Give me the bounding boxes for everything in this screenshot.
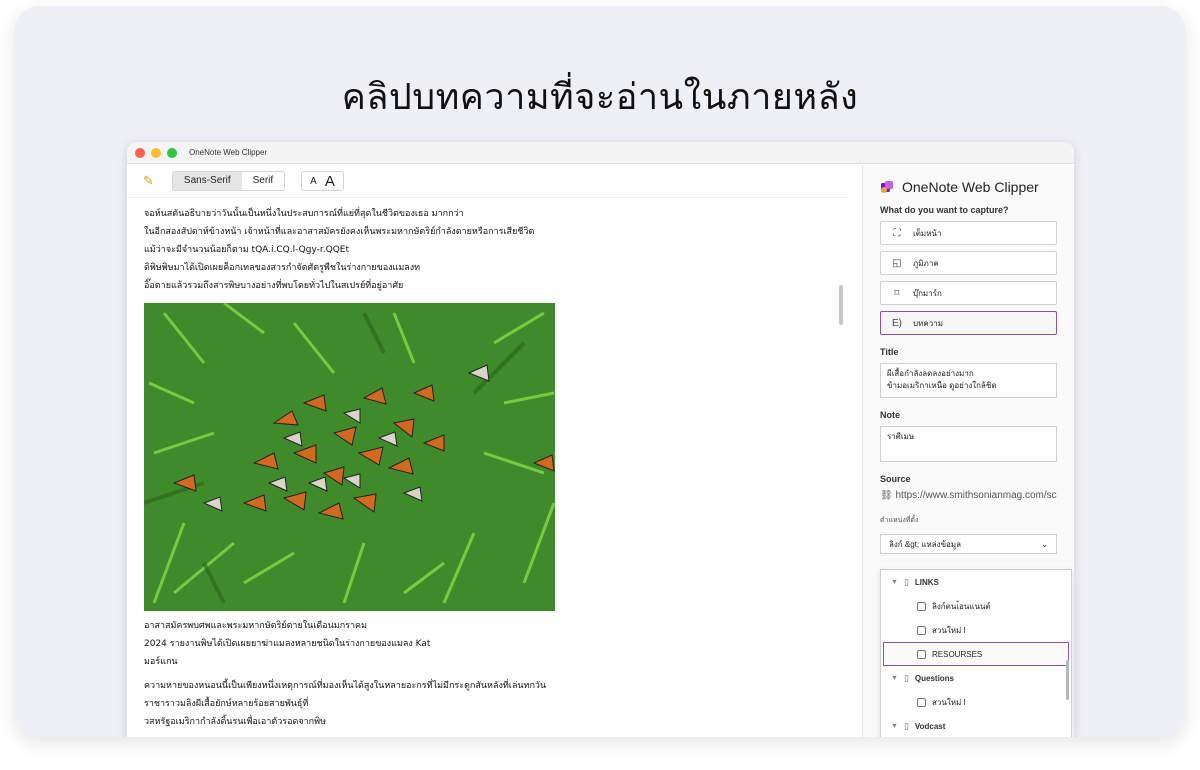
- section-vodcast[interactable]: ▼ ▯ Vodcast: [881, 714, 1071, 737]
- full-page-icon: ⛶: [893, 227, 901, 239]
- article-line: อิ๊อตายแล้วรวมถึงสารพิษบางอย่างที่พบโดยท…: [144, 281, 404, 291]
- article-line: ดิพิษพิษมาได้เปิดเผยค็อกเทลของสารกำจัดศั…: [144, 263, 421, 273]
- location-value: ลิงก์ &gt; แหล่งข้อมูล: [889, 539, 962, 549]
- capture-full-page-option[interactable]: ⛶ เต็มหน้า: [880, 221, 1057, 245]
- location-select[interactable]: ลิงก์ &gt; แหล่งข้อมูล ⌄: [880, 534, 1057, 554]
- article-line: ราชาราวมลิงผีเสื้อยักษ์หลายร้อยสายพันธุ์…: [144, 699, 309, 709]
- page-item-selected[interactable]: RESOURSES: [883, 642, 1069, 666]
- article-line: จอห์นสตันอธิบายว่าวันนั้นเป็นหนึ่งในประส…: [144, 209, 464, 219]
- expand-triangle-icon: ▼: [891, 578, 898, 586]
- location-dropdown: ▼ ▯ LINKS ลิงก์ตนเ้อนแนนต์ สวนใหม่ l RES…: [880, 569, 1072, 737]
- increase-font-button[interactable]: A: [321, 173, 339, 190]
- section-questions[interactable]: ▼ ▯ Questions: [881, 666, 1071, 690]
- article-body: จอห์นสตันอธิบายว่าวันนั้นเป็นหนึ่งในประส…: [144, 205, 844, 731]
- option-label: บทความ: [913, 318, 943, 328]
- page-item[interactable]: ลิงก์ตนเ้อนแนนต์: [881, 594, 1071, 618]
- expand-triangle-icon: ▼: [891, 722, 898, 730]
- page-icon: [917, 625, 926, 635]
- reader-toolbar: ✎ Sans-Serif Serif A A: [127, 165, 849, 198]
- page-label: สวนใหม่ l: [932, 625, 966, 635]
- article-icon: E): [892, 317, 902, 329]
- source-url-text: https://www.smithsonianmag.com/sci...: [895, 490, 1057, 501]
- note-label: Note: [880, 410, 900, 420]
- chevron-down-icon: ⌄: [1041, 539, 1048, 549]
- article-line: วสหรัฐอเมริกากำลังดิ้นรนเพื่อเอาตัวรอดจา…: [144, 717, 326, 727]
- location-label: ตำแหน่งที่ตั้ง: [880, 517, 919, 524]
- article-line: ความหายของหนอนนี้เป็นเพียงหนึ่งเหตุการณ์…: [144, 681, 547, 691]
- onenote-logo-icon: [881, 181, 893, 193]
- decrease-font-button[interactable]: A: [306, 176, 321, 187]
- section-icon: ▯: [903, 720, 909, 731]
- page-headline: คลิปบทความที่จะอ่านในภายหลัง: [341, 77, 859, 118]
- article-line: ในอีกสองสัปดาห์ข้างหน้า เจ้าหน้าที่และอา…: [144, 227, 535, 237]
- panel-header: OneNote Web Clipper: [880, 179, 1057, 195]
- section-label: Vodcast: [914, 721, 946, 731]
- highlighter-icon[interactable]: ✎: [143, 173, 154, 189]
- serif-button[interactable]: Serif: [242, 172, 285, 190]
- page-label: RESOURSES: [932, 649, 983, 659]
- font-family-toggle: Sans-Serif Serif: [171, 171, 286, 191]
- capture-bookmark-option[interactable]: ⌑ บุ๊กมาร์ก: [880, 281, 1057, 305]
- capture-article-option[interactable]: E) บทความ: [880, 311, 1057, 335]
- expand-triangle-icon: ▼: [891, 674, 898, 682]
- capture-region-option[interactable]: ◱ ภูมิภาค: [880, 251, 1057, 275]
- section-icon: ▯: [903, 672, 909, 683]
- page-item[interactable]: สวนใหม่ l: [881, 618, 1071, 642]
- option-label: เต็มหน้า: [913, 228, 942, 238]
- article-line: มอร์แกน: [144, 657, 178, 667]
- title-value-line: ข้ามอเมริกาเหนือ ดูอย่างใกล้ชิด: [887, 381, 997, 390]
- article-scrollbar[interactable]: [839, 285, 843, 325]
- section-label: LINKS: [914, 577, 939, 587]
- article-line: 2024 รายงานพิษได้เปิดเผยยาฆ่าแมลงหลายชนิ…: [144, 639, 431, 649]
- note-value: ราศีเมษ: [887, 432, 915, 441]
- page-item[interactable]: สวนใหม่ l: [881, 690, 1071, 714]
- article-preview: ✎ Sans-Serif Serif A A จอห์นสตันอธิบายว่…: [127, 165, 849, 737]
- title-bar: OneNote Web Clipper: [127, 142, 1074, 164]
- article-line: อาสาสมัครพบศพและพระมหากษัตริย์ตายในเดือน…: [144, 621, 368, 631]
- title-field[interactable]: ผีเสื้อกำลังลดลงอย่างมาก ข้ามอเมริกาเหนื…: [880, 363, 1057, 398]
- option-label: ภูมิภาค: [913, 258, 939, 268]
- window-title: OneNote Web Clipper: [189, 148, 268, 157]
- option-label: บุ๊กมาร์ก: [913, 288, 942, 298]
- maximize-window-button[interactable]: [167, 147, 177, 158]
- article-line: แม้ว่าจะมีจำนวนน้อยก็ตาม tQA.i.CQ.l-Qgy-…: [144, 245, 350, 255]
- title-value-line: ผีเสื้อกำลังลดลงอย่างมาก: [887, 369, 974, 378]
- butterflies-photo: [144, 303, 555, 611]
- region-icon: ◱: [892, 257, 902, 269]
- clipper-panel: OneNote Web Clipper What do you want to …: [862, 165, 1074, 737]
- sans-serif-button[interactable]: Sans-Serif: [172, 172, 242, 190]
- bookmark-icon: ⌑: [894, 287, 900, 299]
- page-icon: [917, 697, 926, 707]
- close-window-button[interactable]: [135, 147, 145, 158]
- promo-card: คลิปบทความที่จะอ่านในภายหลัง OneNote Web…: [14, 6, 1186, 737]
- panel-title: OneNote Web Clipper: [902, 179, 1039, 195]
- link-icon: ⛓: [880, 490, 893, 501]
- page-label: ลิงก์ตนเ้อนแนนต์: [932, 601, 991, 611]
- section-label: Questions: [914, 673, 955, 683]
- page-label: สวนใหม่ l: [932, 697, 966, 707]
- page-icon: [917, 601, 926, 611]
- font-size-toggle: A A: [301, 171, 344, 191]
- app-window: OneNote Web Clipper ✎ Sans-Serif Serif A…: [127, 142, 1074, 737]
- section-icon: ▯: [903, 576, 909, 587]
- dropdown-scrollbar[interactable]: [1066, 660, 1069, 700]
- source-url[interactable]: ⛓ https://www.smithsonianmag.com/sci...: [880, 490, 1057, 501]
- capture-label: What do you want to capture?: [880, 205, 1009, 215]
- section-links[interactable]: ▼ ▯ LINKS: [881, 570, 1071, 594]
- title-label: Title: [880, 347, 899, 357]
- page-icon: [917, 649, 926, 659]
- note-field[interactable]: ราศีเมษ: [880, 426, 1057, 462]
- source-label: Source: [880, 474, 911, 484]
- minimize-window-button[interactable]: [151, 147, 161, 158]
